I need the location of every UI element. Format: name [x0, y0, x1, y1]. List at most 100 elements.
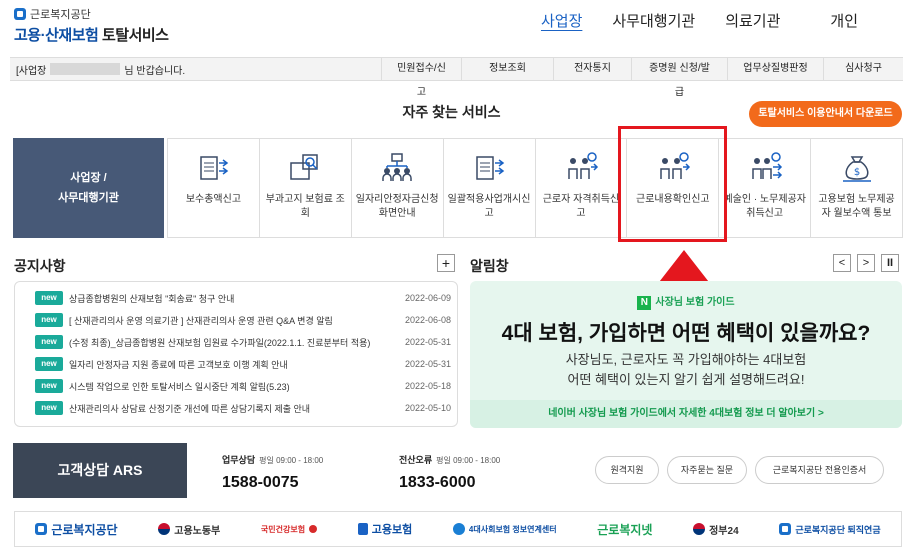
welcome-suffix: 님 반갑습니다.: [124, 65, 186, 77]
taeguk-icon: [693, 523, 706, 535]
notice-item[interactable]: new 산재관리의사 상담료 산정기준 개선에 따른 상담기록지 제출 안내 202…: [35, 399, 451, 417]
partner-gov24[interactable]: 정부24: [693, 522, 739, 537]
nav-personal[interactable]: 개인: [815, 10, 873, 31]
top-nav: 사업장 사무대행기관 의료기관 개인: [526, 10, 873, 31]
logo-org: 근로복지공단: [30, 9, 91, 21]
alert-prev-button[interactable]: <: [833, 254, 851, 272]
service-worker-acquire[interactable]: 근로자 자격취득신고: [536, 139, 628, 237]
nav-agency[interactable]: 사무대행기관: [597, 10, 710, 31]
menu-disease-judgment[interactable]: 업무상질병판정: [727, 57, 823, 81]
guide-download-button[interactable]: 토탈서비스 이용안내서 다운로드: [749, 101, 902, 127]
masked-name: [50, 63, 121, 75]
partner-kcomwel[interactable]: 근로복지공단: [35, 521, 118, 538]
service-job-stability[interactable]: 일자리안정자금신청화면안내: [352, 139, 444, 237]
new-badge: new: [35, 357, 63, 371]
ei-icon: [357, 523, 368, 535]
biz-support-number[interactable]: 1588-0075: [222, 474, 323, 492]
notice-date: 2022-05-18: [404, 381, 451, 391]
menu-civil-filing[interactable]: 민원접수/신고: [381, 57, 461, 98]
new-badge: new: [35, 291, 63, 305]
new-badge: new: [35, 379, 63, 393]
document-arrow-icon: [200, 156, 229, 180]
partner-name: 정부24: [709, 525, 739, 537]
partner-ei[interactable]: 고용보험: [357, 521, 412, 537]
workers-icon: [568, 152, 598, 179]
alert-title: 알림창: [470, 258, 509, 274]
search-document-icon: [290, 154, 319, 180]
service-label: 예술인 · 노무제공자 취득신고: [723, 194, 806, 219]
notice-text: 상급종합병원의 산재보험 "회송료" 청구 안내: [69, 293, 235, 304]
nav-business[interactable]: 사업장: [526, 10, 597, 31]
people-network-icon: [382, 153, 412, 181]
notice-item[interactable]: new 상급종합병원의 산재보험 "회송료" 청구 안내 2022-06-09: [35, 289, 451, 307]
ars-label: 고객상담 ARS: [13, 443, 187, 498]
header: 근로복지공단 고용·산재보험 토탈서비스 사업장 사무대행기관 의료기관 개인: [0, 0, 903, 52]
kcomwel-icon: [779, 523, 792, 535]
new-badge: new: [35, 335, 63, 349]
err-support-number[interactable]: 1833-6000: [399, 474, 500, 492]
notice-text: 시스템 작업으로 인한 토탈서비스 일시중단 계획 알림(5.23): [69, 381, 290, 392]
service-pay-total[interactable]: 보수총액신고: [168, 139, 260, 237]
notice-date: 2022-06-08: [404, 315, 451, 325]
menu-info-lookup[interactable]: 정보조회: [461, 57, 553, 81]
notice-more-button[interactable]: +: [437, 254, 455, 272]
logo[interactable]: 근로복지공단 고용·산재보험 토탈서비스: [14, 6, 169, 45]
highlight-box: [618, 126, 727, 242]
notice-text: 산재관리의사 상담료 산정기준 개선에 따른 상담기록지 제출 안내: [69, 403, 311, 414]
services-category: 사업장 / 사무대행기관: [13, 138, 164, 238]
partner-welfare-net[interactable]: 근로복지넷: [597, 521, 652, 538]
partner-nhis[interactable]: 국민건강보험: [260, 524, 318, 535]
service-label: 일괄적용사업개시신고: [447, 194, 531, 219]
service-label: 보수총액신고: [185, 194, 242, 205]
notice-date: 2022-05-31: [404, 359, 451, 369]
banner-tag-text: 사장님 보험 가이드: [655, 297, 735, 308]
banner-tag: N 사장님 보험 가이드: [470, 293, 902, 310]
remote-support-button[interactable]: 원격지원: [595, 456, 659, 484]
new-badge: new: [35, 313, 63, 327]
service-label: 부과고지 보험료 조회: [265, 194, 345, 219]
notice-text: 일자리 안정자금 지원 종료에 따른 고객보호 이행 계획 안내: [69, 359, 288, 370]
menu-e-notice[interactable]: 전자통지: [553, 57, 631, 81]
service-premium-lookup[interactable]: 부과고지 보험료 조회: [260, 139, 352, 237]
partner-name: 근로복지넷: [597, 522, 653, 537]
money-bag-icon: $: [842, 156, 871, 182]
partner-name: 4대사회보험 정보연계센터: [468, 524, 557, 534]
partner-name: 고용노동부: [174, 525, 221, 537]
partner-links: 근로복지공단 고용노동부 국민건강보험 고용보험 4대사회보험 정보연계센터 근…: [14, 511, 902, 547]
alert-banner[interactable]: N 사장님 보험 가이드 4대 보험, 가입하면 어떤 혜택이 있을까요? 사장님…: [470, 281, 902, 428]
kcomwel-icon: [35, 523, 48, 535]
svg-text:$: $: [853, 167, 859, 178]
notice-item[interactable]: new [ 산재관리의사 운영 의료기관 ] 산재관리의사 운영 관련 Q&A 변…: [35, 311, 451, 329]
biz-support-label: 업무상담: [222, 455, 256, 465]
services-grid: 보수총액신고 부과고지 보험료 조회 일자리안정자금신청화면안내 일괄적용사업개…: [167, 138, 903, 238]
partner-pension[interactable]: 근로복지공단 퇴직연금: [779, 523, 881, 536]
menu-review-request[interactable]: 심사청구: [823, 57, 903, 81]
err-support-hours: 평일 09:00 - 18:00: [436, 456, 501, 465]
user-bar: [사업장 님 반갑습니다. 민원접수/신고 정보조회 전자통지 증명원 신청/발급…: [10, 57, 903, 98]
banner-subtitle-2: 어떤 혜택이 있는지 알기 쉽게 설명해드려요!: [567, 372, 805, 387]
notice-date: 2022-05-31: [404, 337, 451, 347]
banner-link[interactable]: 네이버 사장님 보험 가이드에서 자세한 4대보험 정보 더 알아보기 >: [470, 400, 902, 428]
notice-title: 공지사항: [14, 258, 66, 274]
service-artist-acquire[interactable]: 예술인 · 노무제공자 취득신고: [719, 139, 812, 237]
notice-item[interactable]: new 시스템 작업으로 인한 토탈서비스 일시중단 계획 알림(5.23) 202…: [35, 377, 451, 395]
naver-n-icon: N: [637, 296, 652, 310]
alert-pause-button[interactable]: II: [881, 254, 899, 272]
service-bulk-start[interactable]: 일괄적용사업개시신고: [444, 139, 536, 237]
faq-button[interactable]: 자주묻는 질문: [667, 456, 747, 484]
partner-moel[interactable]: 고용노동부: [158, 522, 220, 537]
err-support: 전산오류 평일 09:00 - 18:00 1833-6000: [399, 453, 500, 492]
certificate-button[interactable]: 근로복지공단 전용인증서: [755, 456, 884, 484]
document-arrow-icon: [476, 156, 505, 180]
service-monthly-pay[interactable]: $ 고용보험 노무제공자 월보수액 통보: [811, 139, 902, 237]
alert-next-button[interactable]: >: [857, 254, 875, 272]
notice-date: 2022-06-09: [404, 293, 451, 303]
nav-medical[interactable]: 의료기관: [710, 10, 795, 31]
menu-certificate[interactable]: 증명원 신청/발급: [631, 57, 727, 98]
partner-name: 국민건강보험: [260, 524, 306, 534]
partner-4insure[interactable]: 4대사회보험 정보연계센터: [452, 523, 557, 535]
notice-text: [ 산재관리의사 운영 의료기관 ] 산재관리의사 운영 관련 Q&A 변경 알…: [69, 315, 333, 326]
notice-item[interactable]: new (수정 최종)_상급종합병원 산재보험 입원료 수가파일(2022.1.1…: [35, 333, 451, 351]
notice-item[interactable]: new 일자리 안정자금 지원 종료에 따른 고객보호 이행 계획 안내 2022-…: [35, 355, 451, 373]
banner-headline: 4대 보험, 가입하면 어떤 혜택이 있을까요?: [501, 322, 871, 345]
